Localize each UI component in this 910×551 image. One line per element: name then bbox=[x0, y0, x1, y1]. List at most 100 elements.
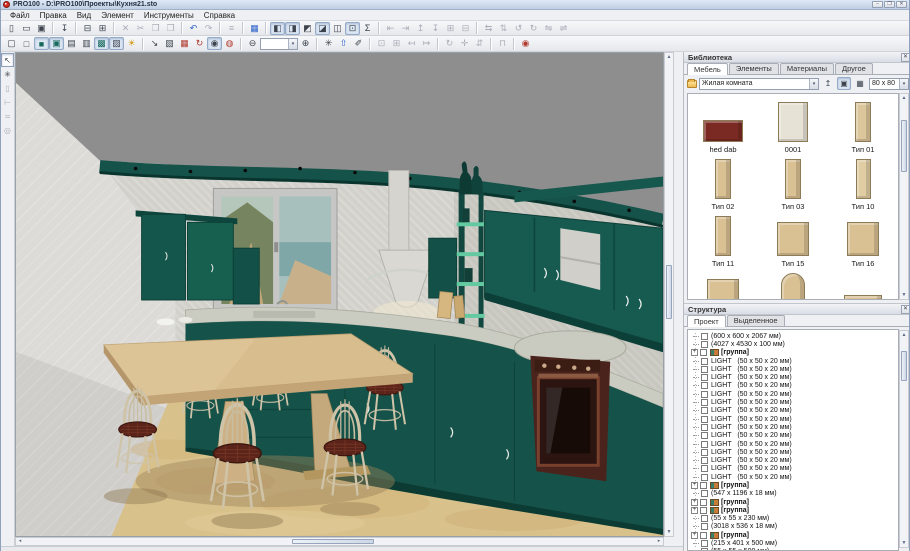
tree-group-row[interactable]: +[группа] bbox=[691, 531, 898, 539]
tree-item-row[interactable]: LIGHT (50 x 50 x 20 мм) bbox=[691, 390, 898, 398]
new-button[interactable]: ▯ bbox=[4, 22, 19, 35]
orbit-view-button[interactable]: ↻ bbox=[192, 37, 207, 50]
tree-item-row[interactable]: LIGHT (50 x 50 x 20 мм) bbox=[691, 398, 898, 406]
display-color-edges-button[interactable]: ▣ bbox=[49, 37, 64, 50]
library-item[interactable]: Тип 16 bbox=[828, 211, 898, 268]
draw-pencil-button[interactable]: ✐ bbox=[351, 37, 366, 50]
tree-checkbox[interactable] bbox=[701, 465, 708, 472]
tree-item-row[interactable]: (600 x 600 x 2067 мм) bbox=[691, 332, 898, 340]
copy-button[interactable]: ❐ bbox=[148, 22, 163, 35]
tree-checkbox[interactable] bbox=[701, 540, 708, 547]
undo-button[interactable]: ↶ bbox=[186, 22, 201, 35]
display-color-button[interactable]: ■ bbox=[34, 37, 49, 50]
expand-icon[interactable]: + bbox=[691, 507, 698, 514]
tree-item-row[interactable]: LIGHT (50 x 50 x 20 мм) bbox=[691, 456, 898, 464]
view-perspective-button[interactable]: ◪ bbox=[315, 22, 330, 35]
structure-close-icon[interactable]: ✕ bbox=[901, 305, 910, 314]
align-top-button[interactable]: ↥ bbox=[413, 22, 428, 35]
library-item[interactable]: Тип 18 bbox=[758, 268, 828, 300]
scroll-down-icon[interactable]: ▼ bbox=[900, 291, 908, 299]
tree-checkbox[interactable] bbox=[701, 358, 708, 365]
scroll-up-icon[interactable]: ▲ bbox=[900, 331, 908, 339]
rotate-ccw-button[interactable]: ↺ bbox=[511, 22, 526, 35]
scrollbar-thumb[interactable] bbox=[901, 351, 907, 381]
expand-icon[interactable]: + bbox=[691, 499, 698, 506]
select-area-button[interactable]: ⊡ bbox=[374, 37, 389, 50]
scrollbar-thumb[interactable] bbox=[292, 539, 374, 544]
viewport-vertical-scrollbar[interactable]: ▲ ▼ bbox=[664, 52, 674, 537]
scroll-right-icon[interactable]: ▸ bbox=[655, 538, 663, 545]
display-wireframe-button[interactable]: ▢ bbox=[4, 37, 19, 50]
tree-checkbox[interactable] bbox=[700, 499, 707, 506]
tree-item-row[interactable]: (4027 x 4530 x 100 мм) bbox=[691, 340, 898, 348]
tree-checkbox[interactable] bbox=[701, 391, 708, 398]
library-item[interactable]: Тип 17 bbox=[688, 268, 758, 300]
tree-item-row[interactable]: LIGHT (50 x 50 x 20 мм) bbox=[691, 415, 898, 423]
display-sketch-button[interactable]: ▤ bbox=[64, 37, 79, 50]
tree-checkbox[interactable] bbox=[701, 474, 708, 481]
rotate-element-button[interactable]: ↻ bbox=[442, 37, 457, 50]
close-button[interactable]: ✕ bbox=[896, 1, 907, 8]
tree-item-row[interactable]: LIGHT (50 x 50 x 20 мм) bbox=[691, 423, 898, 431]
tree-item-row[interactable]: (55 x 55 x 230 мм) bbox=[691, 515, 898, 523]
tree-item-row[interactable]: LIGHT (50 x 50 x 20 мм) bbox=[691, 465, 898, 473]
select-wall-button[interactable]: ⊞ bbox=[389, 37, 404, 50]
library-item[interactable]: hed dab bbox=[688, 97, 758, 154]
viewport-3d-render[interactable] bbox=[16, 53, 663, 536]
menu-element[interactable]: Элемент bbox=[96, 11, 139, 20]
tree-checkbox[interactable] bbox=[701, 382, 708, 389]
menu-view[interactable]: Вид bbox=[72, 11, 96, 20]
display-textures-button[interactable]: ▩ bbox=[94, 37, 109, 50]
align-left-button[interactable]: ⇤ bbox=[383, 22, 398, 35]
chevron-down-icon[interactable]: ▾ bbox=[899, 79, 908, 89]
level-tool-button[interactable]: ≍ bbox=[1, 109, 14, 123]
library-tab-furniture[interactable]: Мебель bbox=[687, 63, 728, 75]
tree-checkbox[interactable] bbox=[701, 399, 708, 406]
background-button[interactable]: ▧ bbox=[162, 37, 177, 50]
floor-plan-button[interactable]: ⊓ bbox=[495, 37, 510, 50]
tree-item-row[interactable]: (215 x 401 x 500 мм) bbox=[691, 539, 898, 547]
cut-button[interactable]: ✂ bbox=[133, 22, 148, 35]
dimension-tool-button[interactable]: ⊢ bbox=[1, 95, 14, 109]
lights-toggle-button[interactable]: ☀ bbox=[124, 37, 139, 50]
library-tab-elements[interactable]: Элементы bbox=[729, 63, 779, 74]
library-item[interactable]: Тип 11 bbox=[688, 211, 758, 268]
select-tool-button[interactable]: ↖ bbox=[1, 53, 14, 67]
library-item[interactable]: Тип 01 bbox=[828, 97, 898, 154]
menu-file[interactable]: Файл bbox=[5, 11, 35, 20]
tree-checkbox[interactable] bbox=[701, 432, 708, 439]
distribute-h-button[interactable]: ⇆ bbox=[481, 22, 496, 35]
snap-tool-button[interactable]: ✳ bbox=[1, 67, 14, 81]
library-item[interactable]: Тип 15 bbox=[758, 211, 828, 268]
zoom-level-combo[interactable]: ▾ bbox=[260, 38, 298, 50]
rotate-cw-button[interactable]: ↻ bbox=[526, 22, 541, 35]
tree-checkbox[interactable] bbox=[701, 333, 708, 340]
tree-item-row[interactable]: LIGHT (50 x 50 x 20 мм) bbox=[691, 407, 898, 415]
render-quality-button[interactable]: ◉ bbox=[207, 37, 222, 50]
structure-tab-selected[interactable]: Выделенное bbox=[727, 315, 785, 326]
tree-checkbox[interactable] bbox=[701, 457, 708, 464]
tree-item-row[interactable]: LIGHT (50 x 50 x 20 мм) bbox=[691, 365, 898, 373]
view-camera-button[interactable]: ⊡ bbox=[345, 22, 360, 35]
menu-help[interactable]: Справка bbox=[199, 11, 240, 20]
library-item[interactable]: Тип 03 bbox=[758, 154, 828, 211]
export-button[interactable]: ↧ bbox=[57, 22, 72, 35]
viewport-3d[interactable] bbox=[15, 52, 664, 537]
move-element-button[interactable]: ✛ bbox=[457, 37, 472, 50]
tree-checkbox[interactable] bbox=[700, 507, 707, 514]
expand-icon[interactable]: + bbox=[691, 349, 698, 356]
properties-button[interactable]: ≡ bbox=[224, 22, 239, 35]
tree-item-row[interactable]: (3018 x 536 x 18 мм) bbox=[691, 523, 898, 531]
align-bottom-button[interactable]: ↧ bbox=[428, 22, 443, 35]
minimize-button[interactable]: ‒ bbox=[872, 1, 883, 8]
flip-element-button[interactable]: ⇵ bbox=[472, 37, 487, 50]
push-right-button[interactable]: ↦ bbox=[419, 37, 434, 50]
tree-checkbox[interactable] bbox=[701, 366, 708, 373]
library-close-icon[interactable]: ✕ bbox=[901, 53, 910, 62]
menu-tools[interactable]: Инструменты bbox=[139, 11, 199, 20]
tree-item-row[interactable]: (547 x 1196 x 18 мм) bbox=[691, 490, 898, 498]
tree-checkbox[interactable] bbox=[701, 523, 708, 530]
display-flat-button[interactable]: ▥ bbox=[79, 37, 94, 50]
align-right-button[interactable]: ⇥ bbox=[398, 22, 413, 35]
tree-checkbox[interactable] bbox=[701, 407, 708, 414]
